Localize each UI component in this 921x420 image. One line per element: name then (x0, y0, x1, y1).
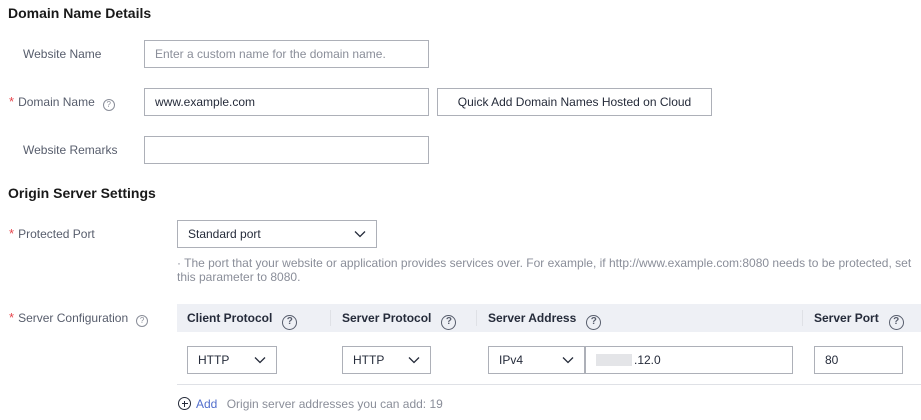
help-icon[interactable]: ? (102, 99, 115, 111)
server-config-label: Server Configuration (18, 311, 129, 325)
required-mark: * (9, 310, 15, 325)
add-origin-row: Add Origin server addresses you can add:… (178, 397, 443, 411)
col-client-protocol: Client Protocol? (177, 304, 298, 332)
protected-port-hint: · The port that your website or applicat… (177, 256, 912, 284)
required-mark: * (9, 94, 15, 109)
server-address-suffix: .12.0 (634, 353, 661, 367)
chevron-down-icon (354, 231, 366, 238)
add-origin-hint: Origin server addresses you can add: 19 (226, 397, 443, 411)
protected-port-value: Standard port (188, 227, 261, 241)
domain-name-input[interactable]: www.example.com (144, 88, 429, 116)
server-config-table-header: Client Protocol? Server Protocol? Server… (177, 304, 921, 332)
website-remarks-label: Website Remarks (23, 143, 118, 157)
help-icon[interactable]: ? (441, 315, 457, 330)
help-icon[interactable]: ? (888, 315, 904, 330)
plus-circle-icon (178, 397, 191, 410)
website-name-input[interactable]: Enter a custom name for the domain name. (144, 40, 429, 68)
address-type-select[interactable]: IPv4 (488, 346, 585, 374)
server-port-input[interactable]: 80 (814, 346, 903, 374)
server-protocol-value: HTTP (353, 353, 385, 367)
origin-server-title: Origin Server Settings (8, 185, 156, 201)
column-divider (330, 310, 331, 326)
help-icon[interactable]: ? (586, 315, 602, 330)
quick-add-domains-button[interactable]: Quick Add Domain Names Hosted on Cloud (437, 88, 712, 116)
protected-port-label: Protected Port (18, 227, 95, 241)
required-mark: * (9, 226, 15, 241)
protected-port-label-group: * Protected Port (9, 226, 95, 242)
domain-name-label: Domain Name (18, 95, 95, 109)
server-protocol-select[interactable]: HTTP (342, 346, 431, 374)
table-row-divider (177, 384, 921, 385)
server-address-input[interactable]: .12.0 (585, 346, 793, 374)
add-origin-button[interactable]: Add (178, 397, 217, 411)
protected-port-select[interactable]: Standard port (177, 220, 377, 248)
column-divider (802, 310, 803, 326)
column-divider (476, 310, 477, 326)
website-remarks-input[interactable] (144, 136, 429, 164)
masked-address-segment (596, 354, 632, 366)
chevron-down-icon (254, 357, 266, 364)
client-protocol-value: HTTP (198, 353, 230, 367)
website-name-label: Website Name (23, 47, 102, 61)
help-icon[interactable]: ? (136, 315, 149, 327)
col-server-port: Server Port? (804, 304, 904, 332)
domain-details-title: Domain Name Details (8, 5, 152, 21)
server-config-label-group: * Server Configuration? (9, 310, 149, 327)
chevron-down-icon (408, 357, 420, 364)
col-server-protocol: Server Protocol? (332, 304, 457, 332)
address-type-value: IPv4 (499, 353, 524, 367)
chevron-down-icon (562, 357, 574, 364)
help-icon[interactable]: ? (282, 315, 298, 330)
client-protocol-select[interactable]: HTTP (187, 346, 277, 374)
domain-name-label-group: * Domain Name? (9, 94, 115, 111)
col-server-address: Server Address? (478, 304, 602, 332)
add-link-label: Add (196, 397, 218, 411)
